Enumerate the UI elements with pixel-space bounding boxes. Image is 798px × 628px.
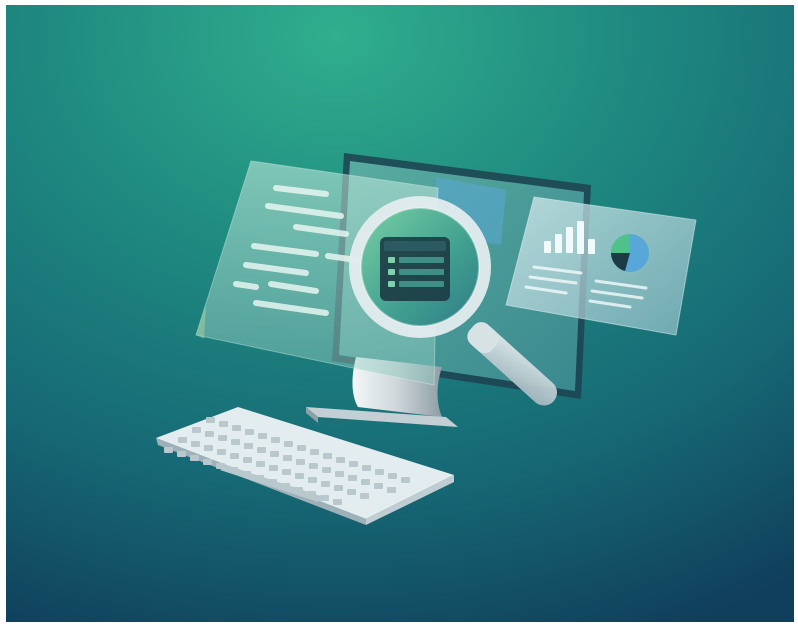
illustration-canvas: [6, 5, 794, 622]
illustration-stage: [6, 5, 794, 622]
table-list-icon: [380, 237, 450, 301]
pie-chart-icon: [611, 234, 649, 272]
